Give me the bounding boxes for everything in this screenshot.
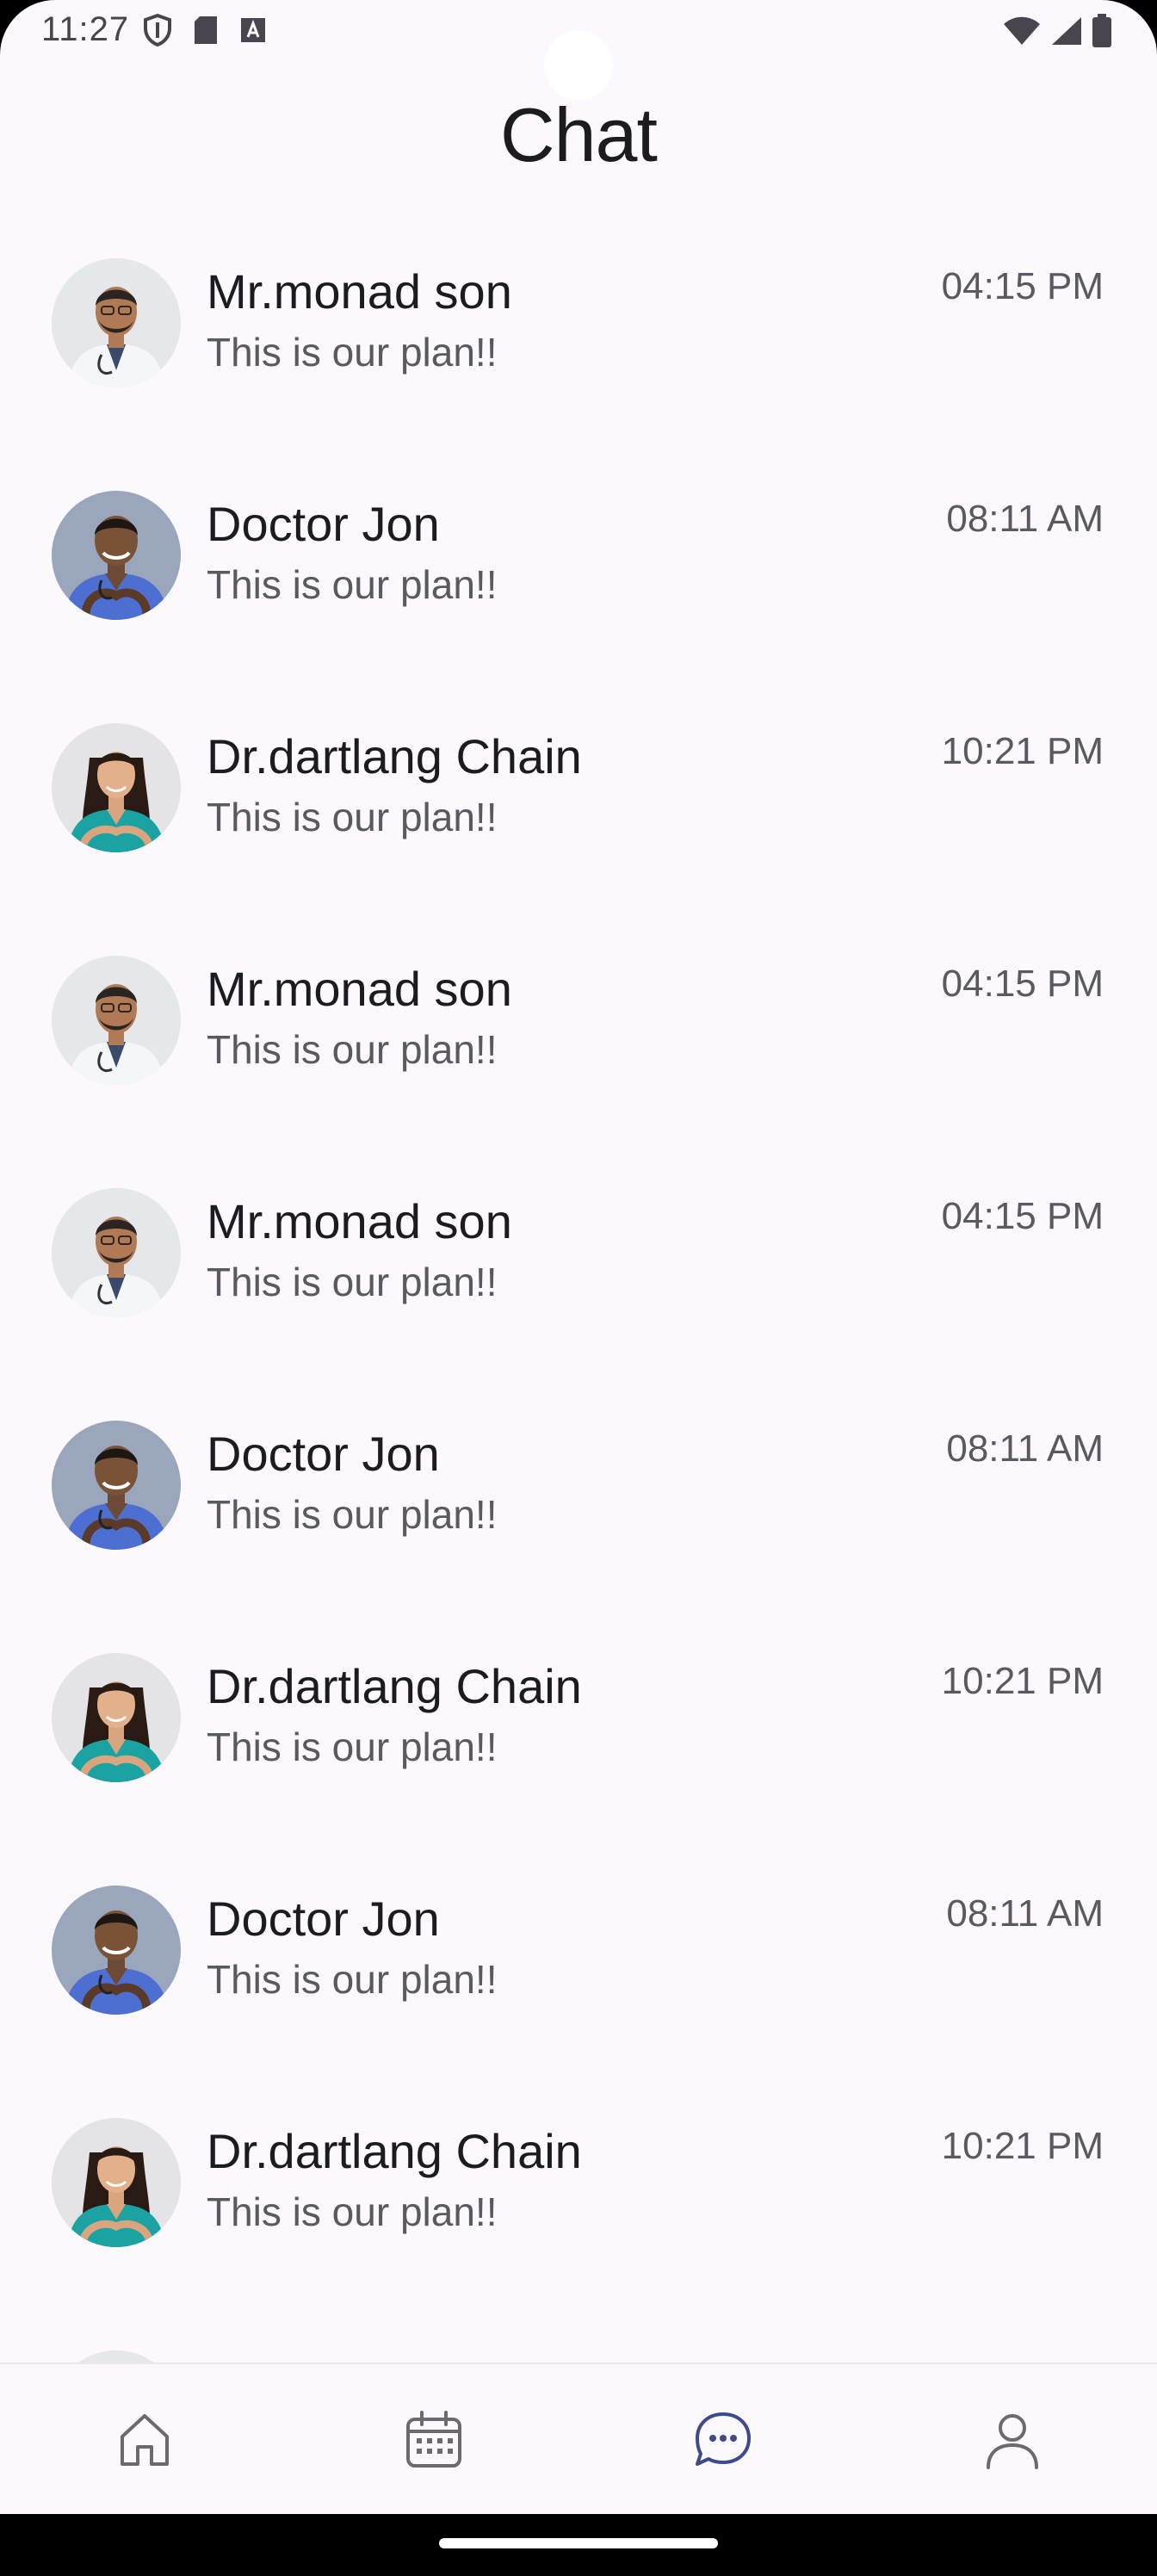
status-icons-left xyxy=(143,13,267,51)
chat-list-item[interactable]: Mr.monad son This is our plan!! 04:15 PM xyxy=(0,232,1157,465)
front-camera xyxy=(544,31,613,100)
nav-chat[interactable] xyxy=(689,2407,758,2476)
chat-list-item[interactable] xyxy=(0,2325,1157,2362)
avatar xyxy=(52,2118,181,2247)
chat-name: Doctor Jon xyxy=(207,1427,440,1481)
battery-icon xyxy=(1092,14,1112,53)
chat-message-preview: This is our plan!! xyxy=(207,2189,498,2234)
home-gesture-handle[interactable] xyxy=(439,2538,718,2548)
chat-name: Mr.monad son xyxy=(207,1194,512,1248)
chat-time: 10:21 PM xyxy=(941,730,1104,772)
avatar xyxy=(52,1886,181,2015)
avatar xyxy=(52,1421,181,1550)
chat-list-item[interactable]: Doctor Jon This is our plan!! 08:11 AM xyxy=(0,1860,1157,2092)
chat-name: Doctor Jon xyxy=(207,1892,440,1946)
chat-time: 04:15 PM xyxy=(941,1195,1104,1237)
nav-home[interactable] xyxy=(110,2407,179,2476)
chat-screen: 11:27 Chat Mr.monad son This is our plan… xyxy=(0,0,1157,2576)
nav-calendar[interactable] xyxy=(399,2407,468,2476)
chat-list-item[interactable]: Mr.monad son This is our plan!! 04:15 PM xyxy=(0,930,1157,1162)
shield-icon xyxy=(143,13,172,51)
avatar xyxy=(52,1653,181,1782)
gesture-navigation-area xyxy=(0,2514,1157,2576)
avatar xyxy=(52,723,181,852)
status-bar: 11:27 xyxy=(0,0,1157,100)
chat-list-item[interactable]: Doctor Jon This is our plan!! 08:11 AM xyxy=(0,465,1157,697)
avatar xyxy=(52,956,181,1085)
bottom-navigation xyxy=(0,2362,1157,2516)
profile-icon xyxy=(981,2409,1043,2475)
status-time: 11:27 xyxy=(41,10,130,48)
chat-name: Doctor Jon xyxy=(207,497,440,551)
chat-list[interactable]: Mr.monad son This is our plan!! 04:15 PM xyxy=(0,232,1157,2362)
chat-name: Dr.dartlang Chain xyxy=(207,1659,582,1713)
avatar xyxy=(52,258,181,387)
chat-time: 08:11 AM xyxy=(946,1892,1104,1935)
font-a-icon xyxy=(239,16,267,48)
chat-list-item[interactable]: Dr.dartlang Chain This is our plan!! 10:… xyxy=(0,697,1157,930)
chat-message-preview: This is our plan!! xyxy=(207,795,498,839)
chat-time: 04:15 PM xyxy=(941,963,1104,1005)
chat-message-preview: This is our plan!! xyxy=(207,330,498,375)
chat-message-preview: This is our plan!! xyxy=(207,562,498,607)
page-title: Chat xyxy=(500,92,658,177)
chat-bubble-icon xyxy=(692,2409,754,2475)
chat-message-preview: This is our plan!! xyxy=(207,1725,498,1769)
chat-list-item[interactable]: Mr.monad son This is our plan!! 04:15 PM xyxy=(0,1162,1157,1395)
chat-name: Mr.monad son xyxy=(207,962,512,1016)
avatar xyxy=(52,1188,181,1317)
chat-time: 10:21 PM xyxy=(941,1660,1104,1702)
status-icons-right xyxy=(1002,14,1112,53)
wifi-icon xyxy=(1002,15,1042,51)
cellular-signal-icon xyxy=(1050,15,1083,51)
chat-list-item[interactable]: Dr.dartlang Chain This is our plan!! 10:… xyxy=(0,2092,1157,2325)
chat-time: 08:11 AM xyxy=(946,1427,1104,1470)
sd-card-icon xyxy=(193,15,219,50)
avatar xyxy=(52,2350,181,2362)
chat-name: Mr.monad son xyxy=(207,264,512,319)
chat-list-item[interactable]: Doctor Jon This is our plan!! 08:11 AM xyxy=(0,1395,1157,1627)
chat-message-preview: This is our plan!! xyxy=(207,1957,498,2002)
home-icon xyxy=(114,2409,176,2475)
chat-message-preview: This is our plan!! xyxy=(207,1027,498,1072)
nav-profile[interactable] xyxy=(978,2407,1047,2476)
chat-name: Dr.dartlang Chain xyxy=(207,729,582,783)
chat-name: Dr.dartlang Chain xyxy=(207,2124,582,2178)
chat-message-preview: This is our plan!! xyxy=(207,1260,498,1304)
chat-time: 04:15 PM xyxy=(941,265,1104,307)
calendar-icon xyxy=(403,2409,465,2475)
chat-time: 10:21 PM xyxy=(941,2125,1104,2167)
chat-message-preview: This is our plan!! xyxy=(207,1492,498,1537)
chat-list-item[interactable]: Dr.dartlang Chain This is our plan!! 10:… xyxy=(0,1627,1157,1860)
avatar xyxy=(52,491,181,620)
chat-time: 08:11 AM xyxy=(946,498,1104,540)
